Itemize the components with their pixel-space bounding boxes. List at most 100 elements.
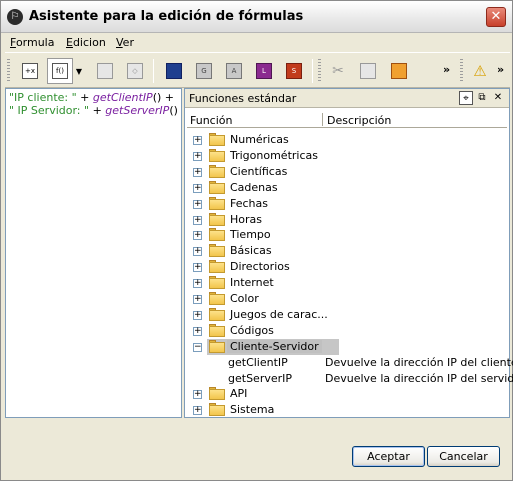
insert-field-button[interactable]: +x: [17, 58, 43, 84]
folder-icon: [209, 180, 225, 194]
expand-icon[interactable]: +: [193, 231, 202, 241]
float-panel-icon[interactable]: ⧉: [475, 91, 489, 105]
copy-icon: [360, 63, 376, 79]
expand-icon[interactable]: +: [193, 326, 202, 336]
tree-category[interactable]: + Científicas: [185, 164, 509, 180]
tree-function[interactable]: getServerIP Devuelve la dirección IP del …: [185, 371, 513, 387]
paste-icon: [391, 63, 407, 79]
folder-icon: [209, 164, 225, 178]
menu-formula[interactable]: Formula: [10, 36, 54, 49]
column-descripcion[interactable]: Descripción: [327, 114, 391, 127]
accept-button[interactable]: Aceptar: [352, 446, 425, 467]
folder-icon: [209, 260, 225, 274]
folder-icon: [209, 276, 225, 290]
close-window-button[interactable]: ✕: [486, 7, 506, 27]
toolbar-separator: [312, 59, 313, 83]
text-s-button[interactable]: S: [281, 58, 307, 84]
function-dropdown-button[interactable]: ▼: [72, 58, 86, 84]
tree-category[interactable]: + Horas: [185, 212, 509, 228]
tree-category[interactable]: + Códigos: [185, 323, 509, 339]
collapse-icon[interactable]: −: [193, 342, 202, 352]
menu-edicion[interactable]: Edicion: [66, 36, 106, 49]
window-title: Asistente para la edición de fórmulas: [29, 9, 304, 24]
cut-icon: ✂: [332, 63, 344, 79]
expand-icon[interactable]: +: [193, 247, 202, 257]
save-button[interactable]: [161, 58, 187, 84]
title-bar[interactable]: ⚐ Asistente para la edición de fórmulas …: [1, 1, 512, 33]
tree-category[interactable]: + Tiempo: [185, 227, 509, 243]
tree-category-label: Juegos de carac...: [230, 307, 328, 321]
folder-icon: [209, 307, 225, 321]
cancel-button[interactable]: Cancelar: [427, 446, 500, 467]
column-funcion[interactable]: Función: [190, 114, 232, 127]
expand-icon[interactable]: +: [193, 390, 202, 400]
expand-icon[interactable]: +: [193, 136, 202, 145]
expand-icon[interactable]: +: [193, 279, 202, 289]
tree-category[interactable]: + Básicas: [185, 243, 509, 259]
toolbar-overflow-chevron[interactable]: »: [497, 63, 504, 76]
copy-button[interactable]: [355, 58, 381, 84]
pin-icon[interactable]: ⌖: [459, 91, 473, 105]
tree-category-label: Internet: [230, 276, 274, 290]
tree-category[interactable]: + Color: [185, 291, 509, 307]
expand-icon[interactable]: +: [193, 215, 202, 225]
toolbar-grip[interactable]: [460, 59, 463, 83]
cut-button[interactable]: ✂: [325, 58, 351, 84]
tree-category[interactable]: − Cliente-Servidor: [185, 338, 509, 355]
toolbar-grip[interactable]: [7, 59, 10, 83]
tree-category[interactable]: + Juegos de carac...: [185, 307, 509, 323]
formula-editor[interactable]: "IP cliente: " + getClientIP() + " IP Se…: [5, 88, 182, 418]
column-header: Función Descripción: [187, 112, 507, 128]
toolbar-overflow-chevron[interactable]: »: [443, 63, 450, 76]
paste-button[interactable]: [386, 58, 412, 84]
tree-category-label: Científicas: [230, 164, 288, 178]
warning-icon: ⚠: [473, 62, 487, 80]
tree-category[interactable]: + Internet: [185, 275, 509, 291]
close-panel-icon[interactable]: ✕: [491, 91, 505, 105]
rectangle-button[interactable]: [92, 58, 118, 84]
string-literal: "IP cliente: ": [9, 91, 77, 104]
expand-icon[interactable]: +: [193, 167, 202, 177]
expand-icon[interactable]: +: [193, 183, 202, 193]
tree-category[interactable]: + Trigonométricas: [185, 148, 509, 164]
folder-icon: [209, 339, 225, 353]
column-divider[interactable]: [322, 113, 323, 126]
tree-category-label: Color: [230, 292, 259, 305]
text-g-button[interactable]: G: [191, 58, 217, 84]
tree-category-label: Sistema: [230, 403, 275, 417]
tree-function[interactable]: getClientIP Devuelve la dirección IP del …: [185, 355, 513, 371]
operator: +: [76, 91, 93, 104]
menu-bar: Formula Edicion Ver: [5, 33, 510, 51]
app-icon: ⚐: [7, 9, 23, 25]
tree-category-label: Horas: [230, 212, 262, 226]
text-a-icon: A: [226, 63, 242, 79]
menu-ver[interactable]: Ver: [116, 36, 134, 49]
function-description: Devuelve la dirección IP del servidor: [325, 371, 513, 385]
eraser-icon: ◇: [127, 63, 143, 79]
tree-category[interactable]: + Sistema: [185, 402, 509, 418]
expand-icon[interactable]: +: [193, 310, 202, 320]
function-name: getClientIP: [228, 355, 288, 369]
tree-category[interactable]: + Fechas: [185, 196, 509, 212]
expand-icon[interactable]: +: [193, 263, 202, 273]
call-tail: () +: [152, 91, 174, 104]
tree-category[interactable]: + Cadenas: [185, 180, 509, 196]
function-description: Devuelve la dirección IP del cliente: [325, 355, 513, 369]
insert-function-button[interactable]: f(): [47, 58, 73, 84]
insert-field-icon: +x: [22, 63, 38, 79]
text-s-icon: S: [286, 63, 302, 79]
eraser-button[interactable]: ◇: [122, 58, 148, 84]
tree-category[interactable]: + API: [185, 386, 509, 402]
expand-icon[interactable]: +: [193, 406, 202, 416]
warning-button[interactable]: ⚠: [467, 58, 493, 84]
formula-editor-window: ⚐ Asistente para la edición de fórmulas …: [0, 0, 513, 481]
text-a-button[interactable]: A: [221, 58, 247, 84]
expand-icon[interactable]: +: [193, 295, 202, 304]
tree-category[interactable]: + Directorios: [185, 259, 509, 275]
function-call: getClientIP: [92, 91, 153, 104]
text-l-button[interactable]: L: [251, 58, 277, 84]
tree-category[interactable]: + Numéricas: [185, 132, 509, 148]
expand-icon[interactable]: +: [193, 199, 202, 209]
expand-icon[interactable]: +: [193, 151, 202, 161]
toolbar-grip[interactable]: [318, 59, 321, 83]
